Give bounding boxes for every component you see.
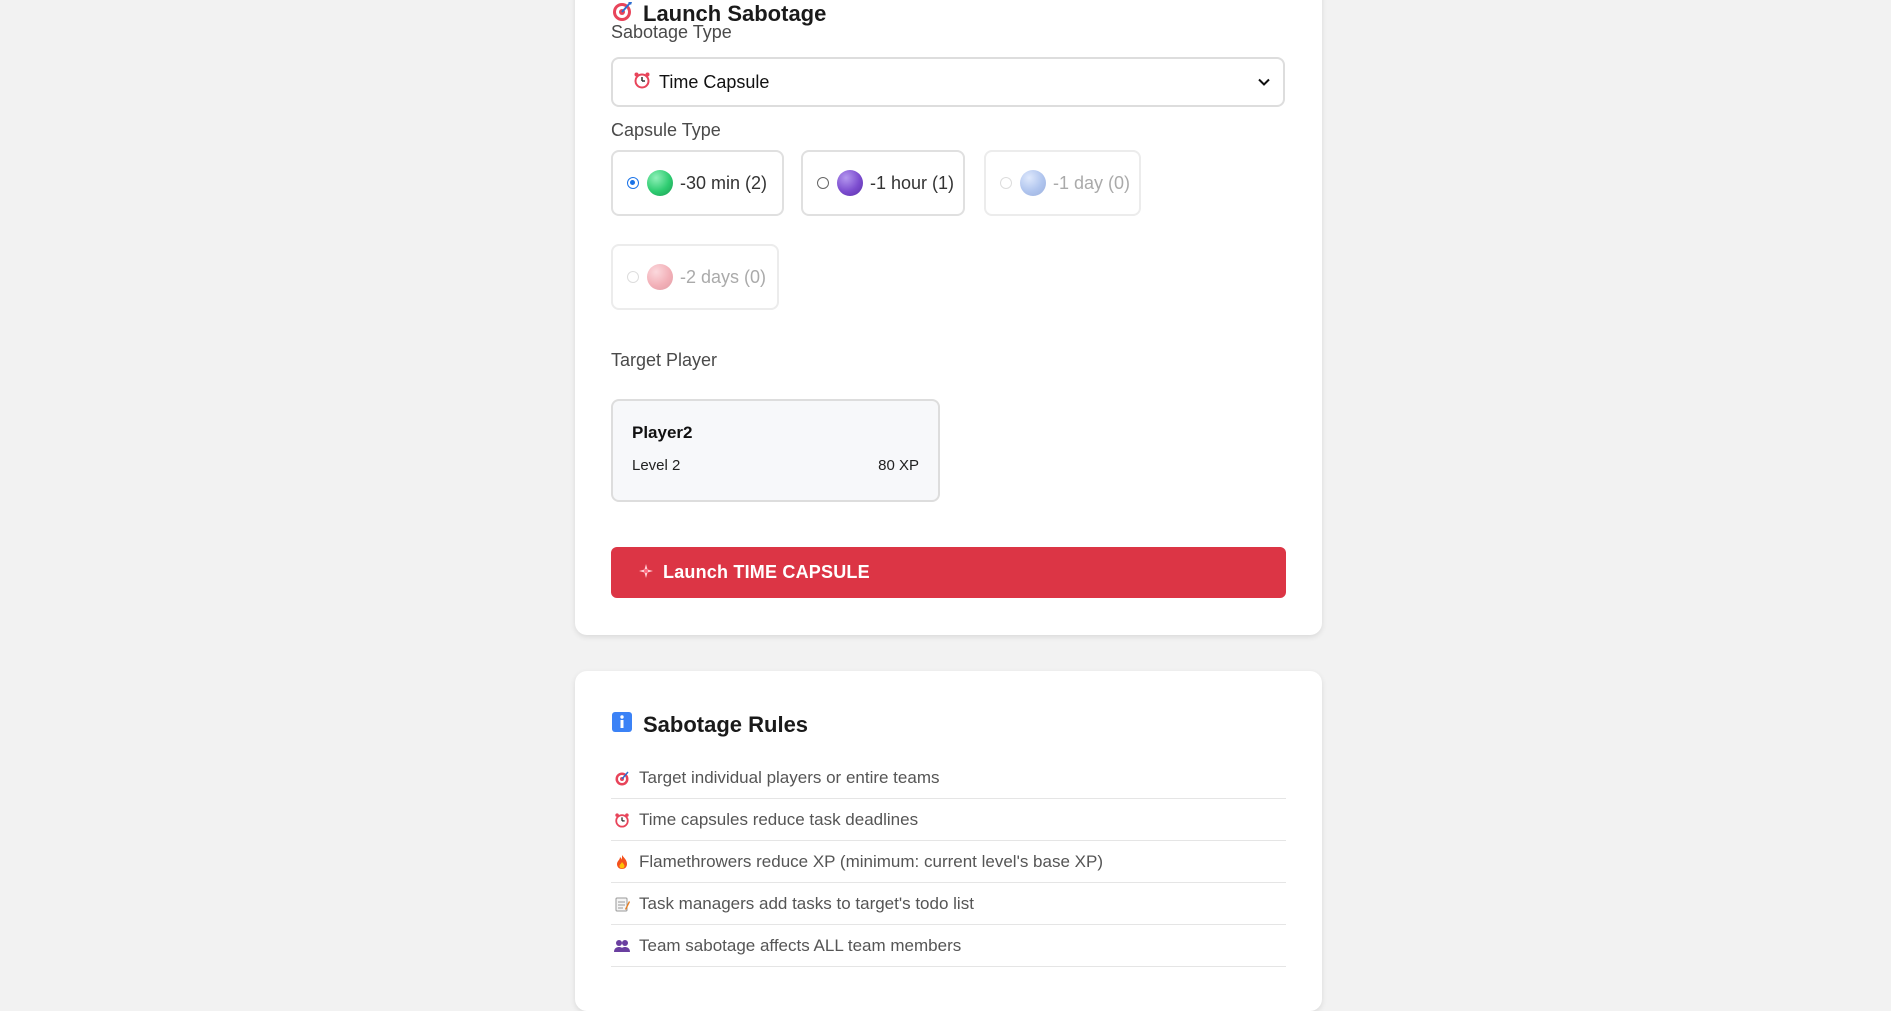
list-item: Task managers add tasks to target's todo…: [611, 883, 1286, 925]
radio-button[interactable]: [627, 271, 639, 283]
radio-button[interactable]: [1000, 177, 1012, 189]
target-icon: [611, 770, 633, 786]
capsule-type-label: Capsule Type: [611, 120, 721, 140]
rules-list: Target individual players or entire team…: [611, 757, 1286, 967]
radio-button[interactable]: [627, 177, 639, 189]
capsule-option-1day[interactable]: -1 day (0): [984, 150, 1141, 216]
launch-sabotage-card: Launch Sabotage Sabotage Type Time Capsu…: [575, 0, 1322, 635]
sabotage-rules-card: Sabotage Rules Target individual players…: [575, 671, 1322, 1011]
sabotage-type-value: Time Capsule: [659, 71, 770, 92]
target-player-card[interactable]: Player2 Level 2 80 XP: [611, 399, 940, 502]
capsule-option-2days[interactable]: -2 days (0): [611, 244, 779, 310]
sabotage-type-select[interactable]: Time Capsule: [611, 57, 1285, 107]
sabotage-type-label: Sabotage Type: [611, 22, 732, 42]
alarm-clock-icon: [633, 71, 651, 94]
green-orb-icon: [647, 170, 673, 196]
memo-icon: [611, 896, 633, 912]
red-orb-icon: [647, 264, 673, 290]
launch-button[interactable]: Launch TIME CAPSULE: [611, 547, 1286, 598]
alarm-clock-icon: [611, 812, 633, 828]
sparkle-icon: [639, 562, 653, 583]
target-player-label: Target Player: [611, 350, 718, 370]
list-item: Team sabotage affects ALL team members: [611, 925, 1286, 967]
radio-button[interactable]: [817, 177, 829, 189]
sabotage-rules-title: Sabotage Rules: [611, 711, 808, 739]
player-level: Level 2: [632, 457, 681, 474]
list-item: Flamethrowers reduce XP (minimum: curren…: [611, 841, 1286, 883]
player-name: Player2: [632, 423, 693, 442]
player-xp: 80 XP: [878, 457, 919, 474]
fire-icon: [611, 854, 633, 870]
info-icon: [611, 711, 633, 739]
purple-orb-icon: [837, 170, 863, 196]
chevron-down-icon: [1257, 73, 1271, 94]
capsule-option-30min[interactable]: -30 min (2): [611, 150, 784, 216]
team-icon: [611, 938, 633, 954]
capsule-option-1hour[interactable]: -1 hour (1): [801, 150, 965, 216]
list-item: Time capsules reduce task deadlines: [611, 799, 1286, 841]
list-item: Target individual players or entire team…: [611, 757, 1286, 799]
blue-orb-icon: [1020, 170, 1046, 196]
